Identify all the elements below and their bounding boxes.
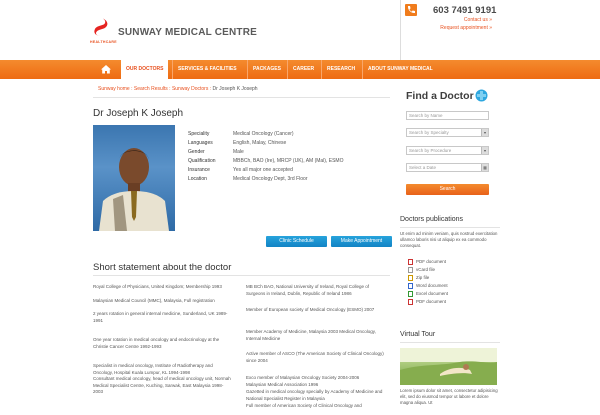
- breadcrumb-home[interactable]: Sunway home: [98, 86, 130, 92]
- sunway-logo-icon[interactable]: [92, 17, 112, 37]
- publication-label: Zip file: [416, 275, 430, 280]
- statement-right-item: Active member of ASCO (The American Soci…: [246, 351, 384, 363]
- statement-left-item: Royal College of Physicians, United King…: [93, 284, 222, 289]
- doctor-name: Dr Joseph K Joseph: [93, 108, 184, 119]
- info-label: Qualification: [188, 158, 216, 164]
- nav-packages[interactable]: PACKAGES: [247, 60, 286, 79]
- breadcrumb-separator: :: [209, 86, 212, 92]
- page: HEALTHCARE SUNWAY MEDICAL CENTRE 603 749…: [0, 0, 600, 415]
- contact-us-link[interactable]: Contact us »: [412, 17, 492, 23]
- date-input[interactable]: Select a Date: [406, 163, 489, 172]
- divider: [93, 97, 390, 98]
- phone-icon: [405, 4, 417, 16]
- nav-our-doctors[interactable]: OUR DOCTORS: [121, 60, 169, 79]
- calendar-icon[interactable]: ▦: [481, 164, 488, 171]
- chevron-down-icon[interactable]: ▾: [481, 129, 488, 136]
- statement-right-item: Full member of American Society of Clini…: [246, 403, 362, 408]
- statement-right-item: Exco member of Malaysian Oncology Societ…: [246, 375, 360, 380]
- publication-label: vCard file: [416, 267, 436, 272]
- breadcrumb-separator: :: [169, 86, 171, 92]
- info-row-insurance: Insurance Yes all major one accepted: [188, 167, 388, 175]
- breadcrumb-search-results[interactable]: Search Results: [134, 86, 168, 92]
- info-value: Medical Oncology Dept, 3rd Floor: [233, 176, 308, 182]
- statement-right-item: Member Academy of Medicine, Malaysia 200…: [246, 329, 376, 341]
- info-label: Speciality: [188, 131, 210, 137]
- statement-right-item: Malaysian Medical Association 1996: [246, 382, 319, 387]
- logo-subtitle: HEALTHCARE: [90, 40, 117, 44]
- breadcrumb-separator: :: [131, 86, 133, 92]
- publication-label: PDF document: [416, 299, 447, 304]
- info-label: Gender: [188, 149, 205, 155]
- excel-file-icon: [408, 291, 413, 297]
- publications-intro: Ut enim ad minim veniam, quis nostrud ex…: [400, 231, 498, 248]
- search-button[interactable]: Search: [406, 184, 489, 195]
- info-value: Male: [233, 149, 244, 155]
- statement-left-item: 2 years rotation in general internal med…: [93, 311, 228, 323]
- divider: [400, 342, 500, 343]
- statement-left-item: Specialist in medical oncology, Institut…: [93, 363, 213, 375]
- clinic-schedule-button[interactable]: Clinic Schedule: [266, 236, 327, 247]
- statement-right-item: MB BCh BAO, National University of Irela…: [246, 284, 370, 296]
- brand-name[interactable]: SUNWAY MEDICAL CENTRE: [118, 27, 257, 38]
- vcard-file-icon: [408, 267, 413, 273]
- search-name-input[interactable]: Search by Name: [406, 111, 489, 120]
- divider: [400, 227, 500, 228]
- statement-heading: Short statement about the doctor: [93, 262, 232, 273]
- breadcrumb-current: Dr Joseph K Joseph: [212, 86, 258, 92]
- pdf-file-icon: [408, 299, 413, 305]
- info-value: Yes all major one accepted: [233, 167, 293, 173]
- virtual-tour-caption: Lorem ipsum dolor sit amet, consectetur …: [400, 388, 498, 405]
- info-row-speciality: Speciality Medical Oncology (Cancer): [188, 131, 388, 139]
- info-row-languages: Languages English, Malay, Chinese: [188, 140, 388, 148]
- info-label: Languages: [188, 140, 213, 146]
- statement-left-item: Consultant medical oncology, head of med…: [93, 376, 231, 394]
- chevron-down-icon[interactable]: ▾: [481, 147, 488, 154]
- info-row-qualification: Qualification MBBCh, BAO (Ire), MRCP (UK…: [188, 158, 388, 166]
- info-value: Medical Oncology (Cancer): [233, 131, 294, 137]
- info-row-location: Location Medical Oncology Dept, 3rd Floo…: [188, 176, 388, 184]
- breadcrumb: Sunway home : Search Results : Sunway Do…: [98, 86, 258, 92]
- virtual-tour-image[interactable]: [400, 348, 497, 385]
- zip-file-icon: [408, 275, 413, 281]
- info-label: Location: [188, 176, 207, 182]
- info-row-gender: Gender Male: [188, 149, 388, 157]
- request-appointment-link[interactable]: Request appointment »: [412, 25, 492, 31]
- phone-number: 603 7491 9191: [433, 5, 497, 16]
- nav-research[interactable]: RESEARCH: [321, 60, 360, 79]
- statement-right-item: Member of European society of Medical On…: [246, 307, 375, 312]
- site-header: HEALTHCARE SUNWAY MEDICAL CENTRE 603 749…: [0, 0, 600, 60]
- publications-heading: Doctors publications: [400, 216, 464, 223]
- procedure-select[interactable]: Search by Procedure: [406, 146, 489, 155]
- doctor-photo: [93, 125, 175, 231]
- nav-about[interactable]: ABOUT SUNWAY MEDICAL: [362, 60, 438, 79]
- publication-label: Excel document: [416, 291, 449, 296]
- find-doctor-title: Find a Doctor: [406, 90, 474, 102]
- statement-left-item: One year rotation in medical oncology an…: [93, 337, 220, 349]
- cross-flower-icon: [475, 89, 488, 102]
- info-label: Insurance: [188, 167, 210, 173]
- nav-services-facilities[interactable]: SERVICES & FACILITIES: [172, 60, 242, 79]
- publication-label: PDF document: [416, 259, 447, 264]
- info-value: MBBCh, BAO (Ire), MRCP (UK), AM (Mal), E…: [233, 158, 344, 164]
- make-appointment-button[interactable]: Make Appointment: [331, 236, 392, 247]
- statement-left-item: Malaysian Medical Council (MMC), Malaysi…: [93, 298, 215, 303]
- divider: [93, 275, 390, 276]
- nav-career[interactable]: CAREER: [287, 60, 319, 79]
- virtual-tour-heading: Virtual Tour: [400, 331, 436, 338]
- specialty-select[interactable]: Search by Specialty: [406, 128, 489, 137]
- statement-right-item: Gazetted in medical oncology specially b…: [246, 389, 383, 401]
- word-file-icon: [408, 283, 413, 289]
- publication-label: Word document: [416, 283, 448, 288]
- breadcrumb-doctors[interactable]: Sunway Doctors: [172, 86, 208, 92]
- info-value: English, Malay, Chinese: [233, 140, 287, 146]
- home-icon[interactable]: [96, 61, 116, 78]
- pdf-file-icon: [408, 259, 413, 265]
